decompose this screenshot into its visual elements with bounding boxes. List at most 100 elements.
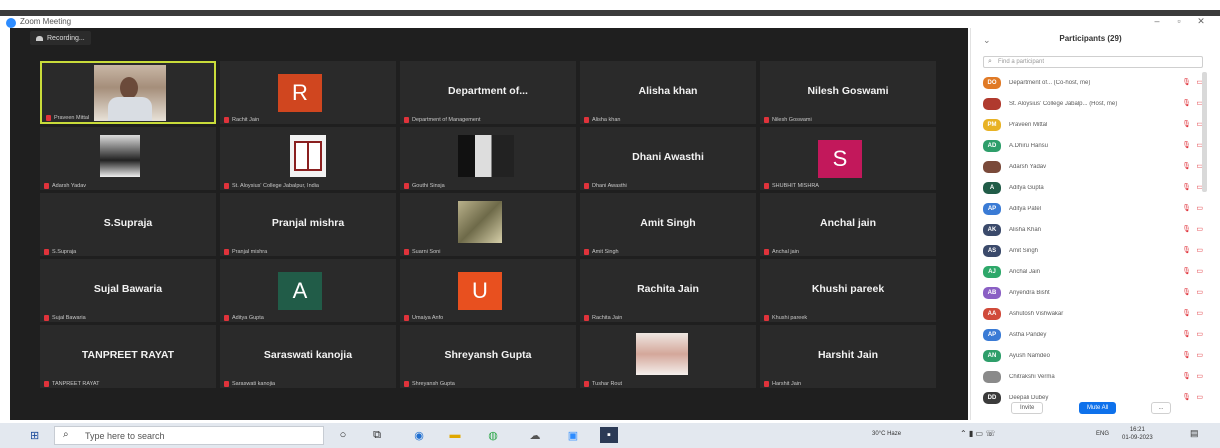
muted-mic-icon[interactable]: 🎙︎: [1182, 141, 1191, 149]
participant-row[interactable]: AA Ashutosh Vishwakar 🎙︎ ▭: [983, 303, 1205, 324]
mute-all-button[interactable]: Mute All: [1079, 402, 1117, 414]
maximize-icon[interactable]: ▫: [1172, 16, 1186, 26]
participant-row[interactable]: PM Praveen Mittal 🎙︎ ▭: [983, 114, 1205, 135]
participant-row[interactable]: AK Alisha Khan 🎙︎ ▭: [983, 219, 1205, 240]
minimize-icon[interactable]: –: [1150, 16, 1164, 26]
video-off-icon[interactable]: ▭: [1196, 246, 1203, 254]
app-icon-cloud[interactable]: ☁: [526, 427, 544, 443]
muted-mic-icon[interactable]: 🎙︎: [1182, 78, 1191, 86]
tile-avatar: U: [458, 272, 502, 310]
video-off-icon[interactable]: ▭: [1196, 288, 1203, 296]
participant-row[interactable]: St. Aloysius' College Jabalp... (Host, m…: [983, 93, 1205, 114]
participant-tile[interactable]: Suarni Soni: [400, 193, 576, 256]
participant-row[interactable]: AB Anyendra Bisht 🎙︎ ▭: [983, 282, 1205, 303]
recording-indicator[interactable]: Recording...: [30, 31, 91, 45]
video-off-icon[interactable]: ▭: [1196, 351, 1203, 359]
participant-tile[interactable]: Shreyansh Gupta Shreyansh Gupta: [400, 325, 576, 388]
participant-tile[interactable]: Sujal Bawaria Sujal Bawaria: [40, 259, 216, 322]
edge-browser-icon[interactable]: ◉: [410, 427, 428, 443]
video-off-icon[interactable]: ▭: [1196, 330, 1203, 338]
participant-row[interactable]: AD A.Dhiru Hansu 🎙︎ ▭: [983, 135, 1205, 156]
muted-mic-icon[interactable]: 🎙︎: [1182, 162, 1191, 170]
participant-tile[interactable]: Saraswati kanojia Saraswati kanojia: [220, 325, 396, 388]
participant-row[interactable]: AP Astha Pandey 🎙︎ ▭: [983, 324, 1205, 345]
participant-row[interactable]: AP Aditya Patel 🎙︎ ▭: [983, 198, 1205, 219]
video-off-icon[interactable]: ▭: [1196, 225, 1203, 233]
language-indicator[interactable]: ENG: [1096, 431, 1109, 437]
more-options-button[interactable]: ...: [1151, 402, 1171, 414]
muted-mic-icon[interactable]: 🎙︎: [1182, 120, 1191, 128]
participant-tile[interactable]: Nilesh Goswami Nilesh Goswami: [760, 61, 936, 124]
muted-mic-icon[interactable]: 🎙︎: [1182, 99, 1191, 107]
zoom-meeting-taskbar-icon[interactable]: ▪: [600, 427, 618, 443]
muted-mic-icon[interactable]: 🎙︎: [1182, 225, 1191, 233]
taskbar-search-box[interactable]: ⌕ Type here to search: [54, 426, 324, 445]
invite-button[interactable]: Invite: [1011, 402, 1044, 414]
tile-display-name: Pranjal mishra: [271, 217, 345, 229]
participant-avatar: [983, 370, 1001, 383]
participant-tile[interactable]: Harshit Jain Harshit Jain: [760, 325, 936, 388]
video-off-icon[interactable]: ▭: [1196, 372, 1203, 380]
participant-avatar: AB: [983, 286, 1001, 299]
notifications-icon[interactable]: ▤: [1190, 428, 1199, 439]
participant-row[interactable]: A Aditya Gupta 🎙︎ ▭: [983, 177, 1205, 198]
participant-tile[interactable]: Khushi pareek Khushi pareek: [760, 259, 936, 322]
taskbar-clock[interactable]: 16:21 01-09-2023: [1122, 426, 1153, 442]
participant-tile[interactable]: Alisha khan Alisha khan: [580, 61, 756, 124]
participant-tile[interactable]: R Rachit Jain: [220, 61, 396, 124]
muted-mic-icon[interactable]: 🎙︎: [1182, 309, 1191, 317]
participant-tile[interactable]: Anchal jain Anchal jain: [760, 193, 936, 256]
participant-row[interactable]: DO Department of... (Co-host, me) 🎙︎ ▭: [983, 72, 1205, 93]
participant-tile[interactable]: S SHUBHIT MISHRA: [760, 127, 936, 190]
participant-row[interactable]: AJ Anchal Jain 🎙︎ ▭: [983, 261, 1205, 282]
tile-name-label: Rachita Jain: [584, 315, 622, 321]
muted-mic-icon[interactable]: 🎙︎: [1182, 330, 1191, 338]
task-view-icon[interactable]: ⧉: [368, 427, 386, 443]
muted-mic-icon[interactable]: 🎙︎: [1182, 246, 1191, 254]
participant-tile[interactable]: Department of... Department of Management: [400, 61, 576, 124]
gallery-view: Recording... Praveen Mittal R Rachit Jain D…: [10, 28, 968, 420]
weather-status[interactable]: 30°C Haze: [872, 431, 901, 437]
participant-row[interactable]: Chitrakshi Verma 🎙︎ ▭: [983, 366, 1205, 387]
participant-tile[interactable]: Praveen Mittal: [40, 61, 216, 124]
participant-tile[interactable]: Gouthi Sinsja: [400, 127, 576, 190]
participant-row[interactable]: AS Amit Singh 🎙︎ ▭: [983, 240, 1205, 261]
participant-tile[interactable]: Dhani Awasthi Dhani Awasthi: [580, 127, 756, 190]
participant-tile[interactable]: TANPREET RAYAT TANPREET RAYAT: [40, 325, 216, 388]
zoom-taskbar-icon[interactable]: ▣: [564, 427, 582, 443]
video-off-icon[interactable]: ▭: [1196, 393, 1203, 401]
cortana-icon[interactable]: ○: [334, 427, 352, 443]
participant-tile[interactable]: Pranjal mishra Pranjal mishra: [220, 193, 396, 256]
muted-mic-icon[interactable]: 🎙︎: [1182, 183, 1191, 191]
muted-mic-icon: [764, 249, 769, 255]
muted-mic-icon[interactable]: 🎙︎: [1182, 351, 1191, 359]
tray-icons[interactable]: ⌃ ▮ ▭ ☏: [960, 429, 995, 438]
participant-row[interactable]: AN Ayush Namdeo 🎙︎ ▭: [983, 345, 1205, 366]
video-off-icon[interactable]: ▭: [1196, 204, 1203, 212]
participant-tile[interactable]: Rachita Jain Rachita Jain: [580, 259, 756, 322]
muted-mic-icon[interactable]: 🎙︎: [1182, 288, 1191, 296]
search-icon: ⌕: [988, 58, 992, 65]
muted-mic-icon[interactable]: 🎙︎: [1182, 204, 1191, 212]
participant-search-input[interactable]: ⌕ Find a participant: [983, 56, 1203, 68]
participant-tile[interactable]: A Aditya Gupta: [220, 259, 396, 322]
participant-tile[interactable]: Tushar Rout: [580, 325, 756, 388]
video-off-icon[interactable]: ▭: [1196, 309, 1203, 317]
participant-list-scrollbar[interactable]: [1202, 72, 1207, 192]
participant-tile[interactable]: Amit Singh Amit Singh: [580, 193, 756, 256]
participant-row[interactable]: Adarsh Yadav 🎙︎ ▭: [983, 156, 1205, 177]
muted-mic-icon: [584, 249, 589, 255]
muted-mic-icon[interactable]: 🎙︎: [1182, 393, 1191, 401]
video-off-icon[interactable]: ▭: [1196, 267, 1203, 275]
muted-mic-icon[interactable]: 🎙︎: [1182, 372, 1191, 380]
participant-tile[interactable]: U Umaiya Anfo: [400, 259, 576, 322]
chrome-icon[interactable]: ◍: [484, 427, 502, 443]
close-icon[interactable]: ✕: [1194, 16, 1208, 27]
participant-tile[interactable]: Adarsh Yadav: [40, 127, 216, 190]
participant-tile[interactable]: S.Supraja S.Supraja: [40, 193, 216, 256]
tile-label-text: Dhani Awasthi: [592, 183, 627, 189]
participant-tile[interactable]: St. Aloysius' College Jabalpur, India: [220, 127, 396, 190]
muted-mic-icon[interactable]: 🎙︎: [1182, 267, 1191, 275]
windows-start-icon[interactable]: ⊞: [30, 429, 39, 442]
file-explorer-icon[interactable]: ▬: [446, 427, 464, 443]
